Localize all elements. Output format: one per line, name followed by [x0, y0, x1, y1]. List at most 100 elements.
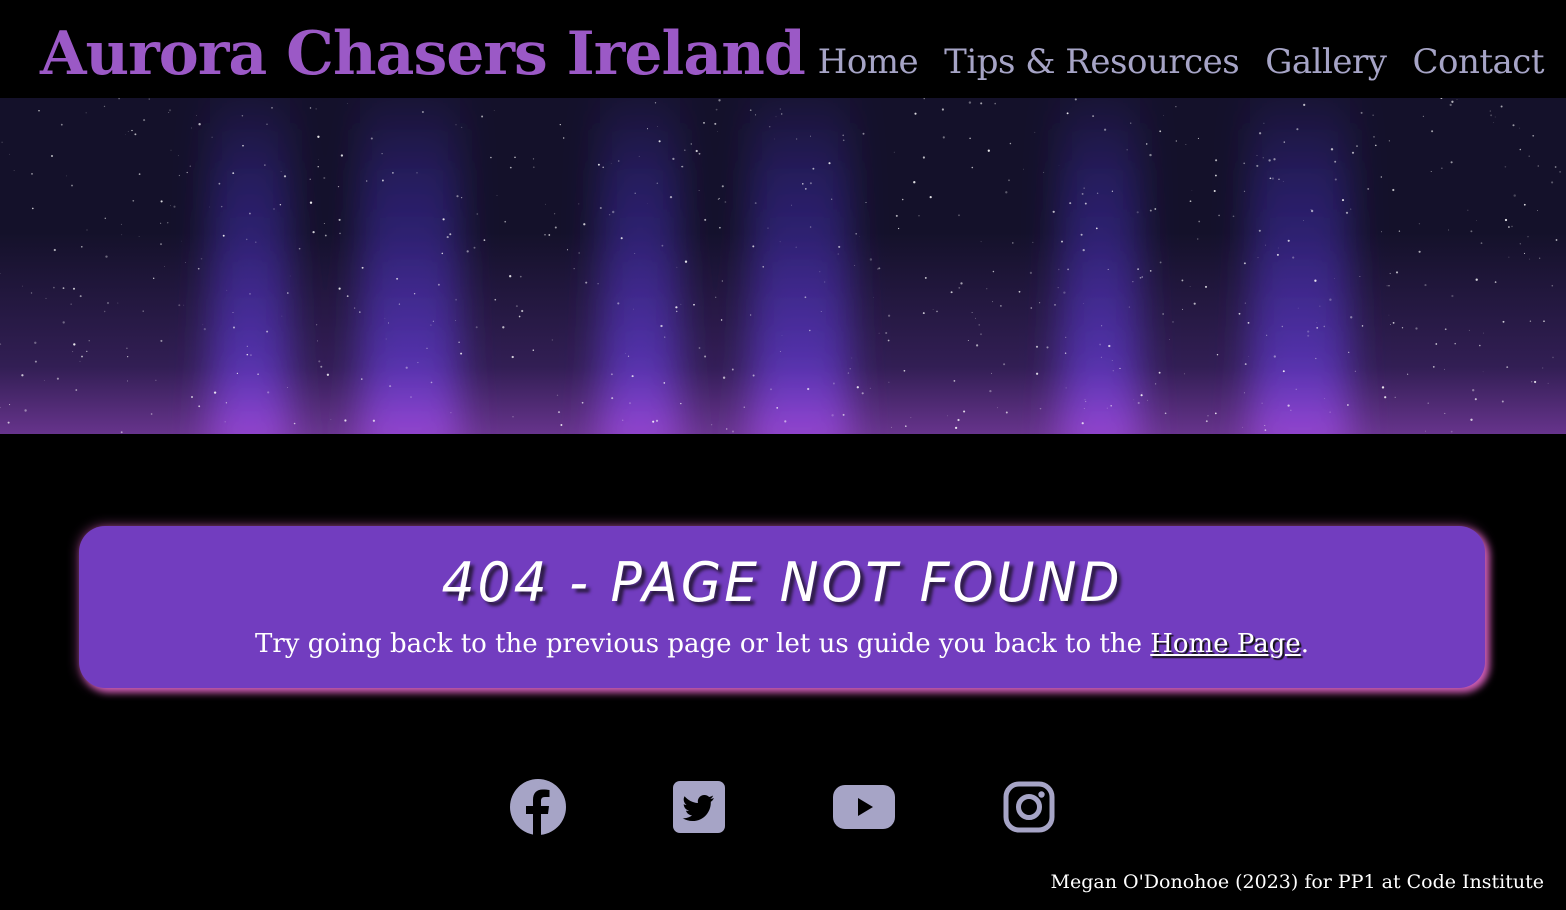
- facebook-icon[interactable]: [503, 772, 573, 842]
- star: [1162, 313, 1164, 315]
- star: [1244, 363, 1247, 366]
- star: [690, 143, 693, 145]
- star: [1232, 215, 1235, 218]
- star: [1431, 130, 1434, 133]
- nav-link-gallery[interactable]: Gallery: [1265, 38, 1387, 86]
- star: [923, 98, 925, 100]
- home-page-link[interactable]: Home Page: [1150, 629, 1301, 659]
- star: [1388, 140, 1390, 142]
- star: [120, 223, 122, 225]
- star: [859, 236, 860, 237]
- nav-link-home[interactable]: Home: [818, 38, 919, 86]
- star: [320, 365, 323, 368]
- star: [340, 154, 344, 157]
- star: [106, 301, 110, 305]
- star: [780, 113, 783, 115]
- star: [1145, 143, 1148, 145]
- star: [1269, 177, 1272, 180]
- star: [703, 122, 705, 124]
- star: [518, 315, 521, 318]
- star: [1341, 199, 1345, 202]
- star: [1508, 256, 1510, 258]
- star: [191, 396, 193, 398]
- youtube-icon[interactable]: [829, 772, 899, 842]
- star: [599, 206, 602, 210]
- star: [710, 424, 713, 426]
- star: [521, 309, 524, 313]
- star: [1216, 354, 1219, 356]
- site-title[interactable]: Aurora Chasers Ireland: [40, 14, 806, 94]
- star: [34, 360, 37, 363]
- star: [1502, 320, 1505, 323]
- star: [652, 420, 655, 423]
- star: [1207, 415, 1209, 417]
- star: [330, 419, 332, 420]
- nav-link-tips-resources[interactable]: Tips & Resources: [944, 38, 1240, 86]
- star: [578, 203, 580, 205]
- star: [117, 302, 119, 304]
- star: [1490, 114, 1493, 117]
- star: [1189, 286, 1191, 287]
- star: [612, 210, 615, 214]
- star: [442, 218, 445, 221]
- star: [1149, 153, 1152, 157]
- star: [1334, 160, 1337, 163]
- star: [828, 162, 831, 165]
- star: [220, 205, 223, 208]
- star: [1451, 100, 1454, 103]
- star: [225, 402, 228, 404]
- error-card: 404 - PAGE NOT FOUND Try going back to t…: [79, 526, 1485, 688]
- star: [31, 207, 34, 210]
- star: [1189, 200, 1192, 203]
- star: [719, 226, 721, 229]
- star: [1132, 281, 1134, 283]
- star: [1506, 366, 1509, 368]
- star: [560, 424, 563, 426]
- star: [573, 268, 575, 270]
- star: [309, 107, 312, 109]
- star: [1181, 279, 1184, 282]
- star: [160, 222, 162, 224]
- star: [384, 317, 386, 319]
- star: [1559, 171, 1561, 173]
- star: [43, 380, 45, 381]
- star: [698, 347, 701, 349]
- star: [213, 391, 217, 394]
- star: [1205, 420, 1208, 423]
- star: [289, 275, 291, 277]
- star: [722, 376, 726, 379]
- star: [298, 247, 301, 250]
- star: [1330, 148, 1334, 151]
- star: [1119, 367, 1121, 369]
- star: [720, 319, 723, 321]
- star: [1323, 325, 1326, 328]
- star: [1282, 370, 1285, 373]
- star: [847, 372, 850, 374]
- nav-link-contact[interactable]: Contact: [1412, 38, 1544, 86]
- star: [104, 310, 106, 313]
- star: [1061, 240, 1063, 243]
- star: [1467, 209, 1469, 211]
- star: [338, 287, 341, 290]
- instagram-icon[interactable]: [994, 772, 1064, 842]
- star: [7, 421, 10, 424]
- star: [824, 281, 826, 283]
- star: [1319, 305, 1321, 307]
- star: [1084, 399, 1086, 401]
- star: [1137, 401, 1140, 405]
- star: [316, 340, 319, 342]
- twitter-icon[interactable]: [664, 772, 734, 842]
- star: [1265, 244, 1266, 246]
- star: [1030, 307, 1033, 309]
- star: [1005, 411, 1008, 414]
- star: [509, 275, 512, 278]
- star: [323, 176, 326, 180]
- star: [809, 182, 812, 185]
- star: [381, 179, 384, 182]
- star: [1067, 268, 1069, 271]
- star: [672, 157, 675, 161]
- star: [512, 416, 514, 418]
- star: [323, 222, 325, 224]
- star: [1424, 284, 1427, 287]
- star: [669, 195, 673, 199]
